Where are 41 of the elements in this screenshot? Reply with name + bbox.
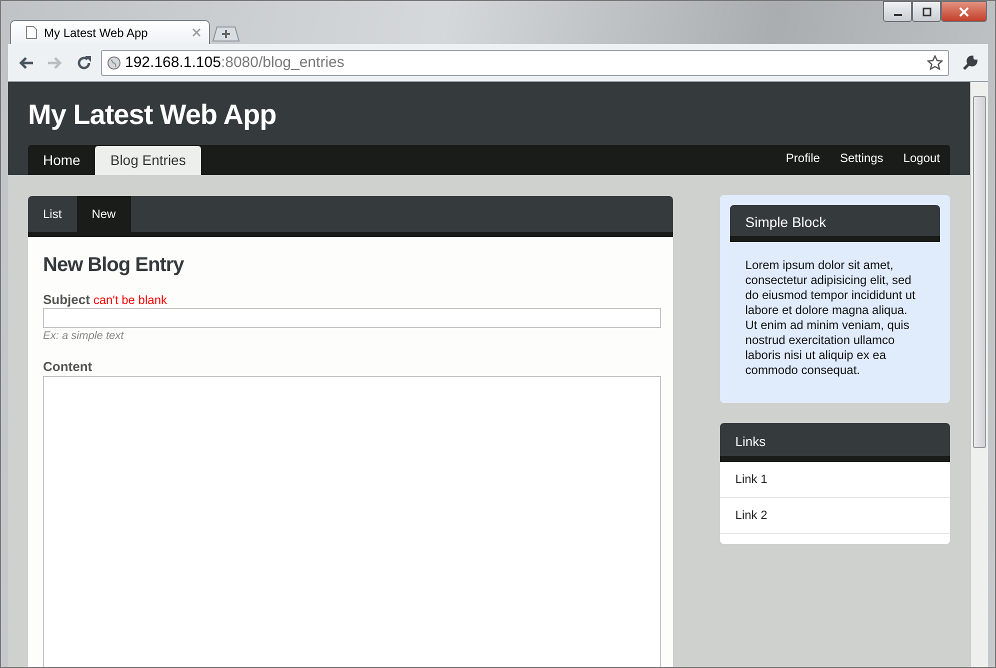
block-text: Lorem ipsum dolor sit amet, consectetur adipisicing elit, sed do eiusmod tempor incididunt ut labore et dolore magna aliqua. Ut enim ad minim veniam, quis nostrud exercitation ullamco laboris nisi ut aliquip ex ea commodo consequat.: [745, 258, 916, 378]
url-path: :8080/blog_entries: [220, 54, 344, 71]
app-title: My Latest Web App: [28, 98, 278, 132]
user-nav-link[interactable]: Profile: [776, 145, 830, 175]
globe-icon: [107, 56, 121, 70]
tab-title: My Latest Web App: [44, 26, 149, 40]
page-icon: [26, 26, 37, 39]
close-icon[interactable]: [192, 28, 201, 37]
scrollbar[interactable]: [970, 82, 988, 667]
sub-tab[interactable]: New: [76, 196, 131, 232]
nav-tab[interactable]: Home: [28, 145, 96, 175]
field-hint: Ex: a simple text: [43, 330, 125, 342]
user-nav-link[interactable]: Logout: [893, 145, 950, 175]
browser-tab[interactable]: My Latest Web App: [10, 20, 210, 44]
block-title: Simple Block: [730, 205, 940, 242]
content-field[interactable]: [43, 376, 661, 667]
maximize-button[interactable]: [912, 1, 941, 22]
nav-tab[interactable]: Blog Entries: [95, 146, 201, 175]
sidebar-link[interactable]: Link 1: [720, 462, 950, 498]
sub-tab[interactable]: List: [28, 196, 77, 232]
wrench-icon[interactable]: [962, 54, 978, 70]
block-title: Links: [720, 423, 950, 462]
reload-icon[interactable]: [76, 54, 92, 70]
back-icon[interactable]: [18, 56, 34, 70]
field-label: Content: [43, 359, 94, 374]
address-bar[interactable]: 192.168.1.105:8080/blog_entries: [101, 50, 949, 76]
star-icon[interactable]: [927, 54, 943, 70]
error-message: can't be blank: [93, 293, 167, 307]
user-nav-link[interactable]: Settings: [830, 145, 894, 175]
minimize-button[interactable]: [883, 1, 912, 22]
field-label: Subject: [43, 292, 90, 307]
subject-field[interactable]: [43, 308, 661, 328]
maximize-icon: [922, 6, 932, 16]
close-icon: [959, 6, 969, 16]
new-tab-button[interactable]: [212, 26, 240, 42]
url-host: 192.168.1.105: [125, 54, 221, 71]
scroll-thumb[interactable]: [973, 96, 986, 448]
form-heading: New Blog Entry: [43, 254, 185, 277]
close-button[interactable]: [941, 1, 987, 22]
sidebar-link[interactable]: Link 2: [720, 498, 950, 534]
minimize-icon: [894, 14, 902, 16]
